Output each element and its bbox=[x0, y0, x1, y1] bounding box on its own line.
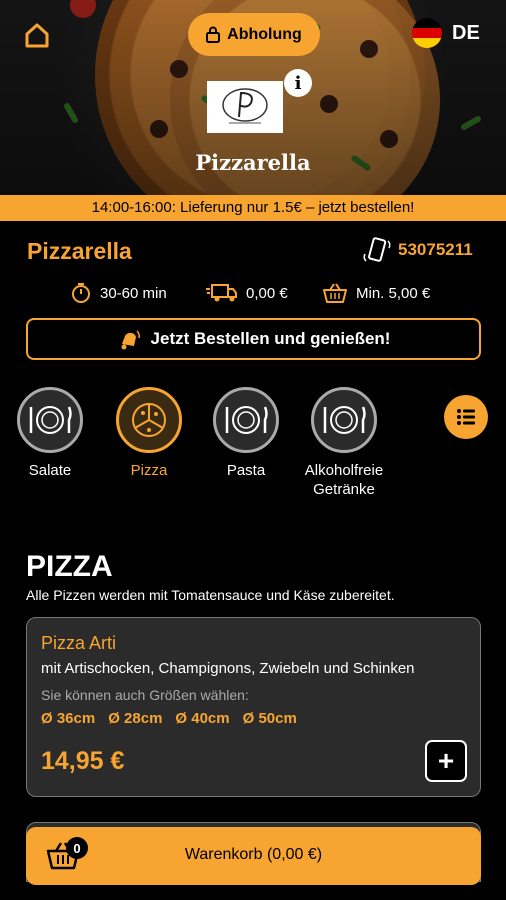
category-label: Pasta bbox=[226, 462, 266, 479]
stopwatch-icon bbox=[72, 283, 90, 303]
german-flag-icon bbox=[412, 18, 442, 48]
section-description: Alle Pizzen werden mit Tomatensauce und … bbox=[26, 587, 395, 603]
pickup-toggle-button[interactable]: Abholung bbox=[188, 13, 320, 56]
product-sizes: Ø 36cm Ø 28cm Ø 40cm Ø 50cm bbox=[41, 710, 297, 727]
plate-cutlery-icon bbox=[29, 406, 72, 434]
size-option[interactable]: Ø 50cm bbox=[243, 710, 297, 727]
logo-emblem-icon bbox=[222, 88, 268, 124]
restaurant-logo bbox=[207, 81, 283, 133]
category-label: Salate bbox=[28, 462, 72, 479]
size-option[interactable]: Ø 36cm bbox=[41, 710, 95, 727]
language-selector[interactable]: DE bbox=[412, 18, 480, 48]
minimum-order-value: Min. 5,00 € bbox=[356, 284, 431, 302]
phone-link[interactable]: 53075211 bbox=[362, 236, 473, 264]
delivery-fee-value: 0,00 € bbox=[246, 284, 288, 302]
category-label: Pizza bbox=[130, 462, 168, 479]
order-now-button[interactable]: Jetzt Bestellen und genießen! bbox=[26, 318, 481, 360]
product-description: mit Artischocken, Champignons, Zwiebeln … bbox=[41, 660, 415, 677]
plus-icon: + bbox=[437, 745, 455, 776]
home-icon bbox=[25, 23, 49, 48]
product-card[interactable]: Pizza Arti mit Artischocken, Champignons… bbox=[26, 617, 481, 797]
pizza-slice-icon bbox=[132, 403, 166, 437]
info-icon: i bbox=[294, 72, 302, 94]
category-pasta[interactable]: Pasta bbox=[196, 387, 296, 480]
promo-banner: 14:00-16:00: Lieferung nur 1.5€ – jetzt … bbox=[0, 195, 506, 221]
size-option[interactable]: Ø 40cm bbox=[175, 710, 229, 727]
product-price: 14,95 € bbox=[41, 747, 125, 775]
plate-cutlery-icon bbox=[323, 406, 366, 434]
product-sizes-hint: Sie können auch Größen wählen: bbox=[41, 687, 249, 703]
delivery-fee: 0,00 € bbox=[206, 282, 288, 304]
home-button[interactable] bbox=[22, 20, 52, 50]
info-button[interactable]: i bbox=[284, 69, 312, 97]
product-name: Pizza Arti bbox=[41, 633, 117, 653]
order-now-label: Jetzt Bestellen und genießen! bbox=[150, 329, 391, 348]
restaurant-name: Pizzarella bbox=[27, 238, 132, 264]
brand-name: Pizzarella bbox=[195, 150, 311, 175]
delivery-time: 30-60 min bbox=[70, 282, 167, 304]
phone-number: 53075211 bbox=[398, 240, 473, 259]
plate-cutlery-icon bbox=[225, 406, 268, 434]
section-title: PIZZA bbox=[26, 550, 113, 583]
pickup-label: Abholung bbox=[227, 25, 302, 43]
size-option[interactable]: Ø 28cm bbox=[108, 710, 162, 727]
language-label: DE bbox=[452, 21, 480, 44]
category-list-button[interactable] bbox=[444, 395, 488, 439]
category-alkoholfreie-getraenke[interactable]: Alkoholfreie Getränke bbox=[294, 387, 394, 499]
cart-label: Warenkorb (0,00 €) bbox=[184, 846, 323, 863]
minimum-order: Min. 5,00 € bbox=[322, 282, 430, 304]
category-pizza[interactable]: Pizza bbox=[99, 387, 199, 480]
lock-icon bbox=[206, 26, 221, 43]
cart-button[interactable]: 0 Warenkorb (0,00 €) bbox=[26, 827, 481, 885]
basket-icon bbox=[323, 283, 347, 303]
delivery-truck-icon bbox=[206, 284, 237, 302]
delivery-time-value: 30-60 min bbox=[100, 284, 167, 302]
bell-icon bbox=[121, 330, 140, 350]
list-icon bbox=[457, 409, 475, 425]
add-to-cart-button[interactable]: + bbox=[425, 740, 467, 782]
hero-banner: Abholung DE i Pizzarella bbox=[0, 0, 506, 195]
phone-icon bbox=[363, 237, 391, 262]
category-label: Alkoholfreie Getränke bbox=[304, 462, 384, 498]
category-salate[interactable]: Salate bbox=[0, 387, 100, 480]
